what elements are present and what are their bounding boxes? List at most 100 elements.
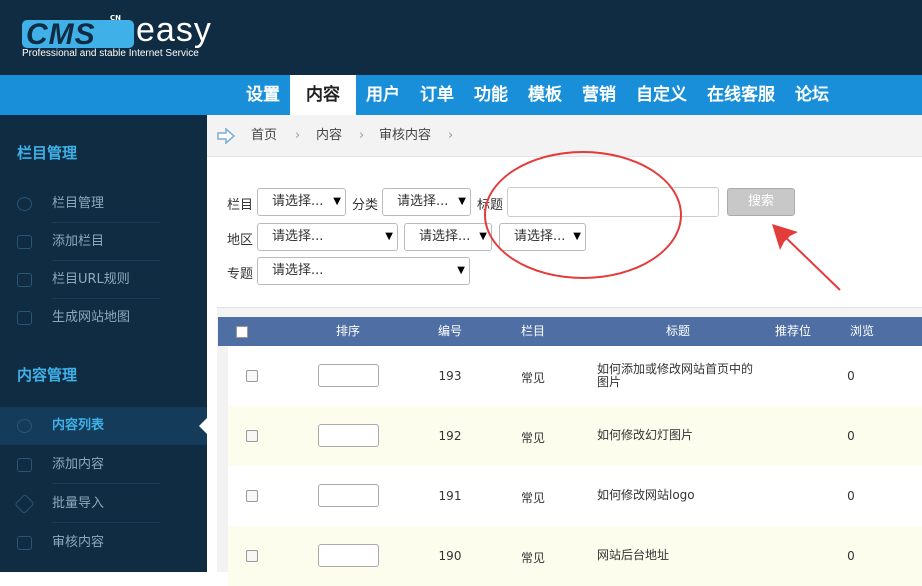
dropdown-arrow-icon: ▼	[457, 265, 465, 276]
column-select-value: 请选择...	[272, 194, 324, 209]
category-filter-label: 分类	[352, 198, 379, 213]
row-checkbox[interactable]	[246, 430, 258, 442]
sidebar-item-column-url-rules[interactable]: 栏目URL规则	[0, 261, 207, 299]
sidebar-item-label: 生成网站地图	[52, 310, 131, 325]
highlight-circle-annotation	[484, 151, 682, 279]
home-arrow-icon	[217, 128, 235, 144]
keyboard-icon	[17, 458, 32, 472]
row-checkbox[interactable]	[246, 550, 258, 562]
table-row: 192 常见 如何修改幻灯图片 0	[228, 406, 922, 466]
nav-settings[interactable]: 设置	[236, 75, 290, 115]
sidebar-item-review-content[interactable]: 审核内容	[0, 524, 207, 562]
column-filter-label: 栏目	[227, 198, 254, 213]
sort-order-input[interactable]	[318, 424, 379, 447]
category-select[interactable]: 请选择... ▼	[382, 188, 471, 216]
header-views[interactable]: 浏览	[839, 317, 885, 346]
sidebar-item-column-manage[interactable]: 栏目管理	[0, 185, 207, 223]
select-all-checkbox[interactable]	[236, 326, 248, 338]
nav-marketing[interactable]: 营销	[572, 75, 626, 115]
nav-users[interactable]: 用户	[356, 75, 410, 115]
sidebar-item-label: 栏目管理	[52, 196, 105, 211]
sidebar-item-label: 添加栏目	[52, 234, 105, 249]
row-checkbox[interactable]	[246, 490, 258, 502]
row-id: 191	[438, 489, 462, 503]
sidebar-item-label: 审核内容	[52, 535, 105, 550]
table-header: 排序 编号 栏目 标题 推荐位 浏览	[218, 317, 922, 346]
topic-filter-label: 专题	[227, 267, 254, 282]
column-select[interactable]: 请选择... ▼	[257, 188, 346, 216]
dropdown-arrow-icon: ▼	[458, 196, 466, 207]
chevron-right-icon: ›	[295, 128, 301, 143]
header-id[interactable]: 编号	[428, 317, 472, 346]
row-column: 常见	[520, 371, 545, 385]
region-select-1[interactable]: 请选择... ▼	[257, 223, 398, 251]
sort-order-input[interactable]	[318, 544, 379, 567]
sidebar-item-batch-import[interactable]: 批量导入	[0, 485, 207, 523]
nav-functions[interactable]: 功能	[464, 75, 518, 115]
nav-orders[interactable]: 订单	[410, 75, 464, 115]
topic-select[interactable]: 请选择... ▼	[257, 257, 470, 285]
nav-custom[interactable]: 自定义	[626, 75, 697, 115]
row-title[interactable]: 网站后台地址	[597, 549, 757, 562]
sidebar-item-label: 栏目URL规则	[52, 272, 130, 287]
sidebar-divider	[52, 522, 160, 523]
chevron-right-icon: ›	[359, 128, 365, 143]
cmseasy-logo[interactable]: CN CMS easy Professional and stable Inte…	[22, 11, 232, 62]
sort-order-input[interactable]	[318, 364, 379, 387]
row-checkbox[interactable]	[246, 370, 258, 382]
red-arrow-annotation	[772, 224, 841, 291]
region-filter-label: 地区	[227, 233, 254, 248]
row-column: 常见	[520, 551, 545, 565]
main-nav: 设置 内容 用户 订单 功能 模板 营销 自定义 在线客服 论坛	[236, 75, 839, 115]
sidebar-item-sitemap[interactable]: 生成网站地图	[0, 299, 207, 337]
sidebar-item-label: 添加内容	[52, 457, 105, 472]
row-column: 常见	[520, 431, 545, 445]
main-nav-bar: 设置 内容 用户 订单 功能 模板 营销 自定义 在线客服 论坛	[0, 75, 922, 115]
sidebar-item-label: 内容列表	[52, 418, 105, 433]
row-column: 常见	[520, 491, 545, 505]
row-id: 192	[438, 429, 462, 443]
topic-select-value: 请选择...	[272, 263, 324, 278]
check-circle-icon	[17, 419, 32, 433]
sidebar-item-add-column[interactable]: 添加栏目	[0, 223, 207, 261]
sidebar-section-column-title: 栏目管理	[17, 144, 78, 162]
dropdown-arrow-icon: ▼	[385, 231, 393, 242]
tag-icon	[14, 493, 35, 515]
sidebar-item-add-content[interactable]: 添加内容	[0, 446, 207, 484]
sitemap-icon	[17, 311, 32, 325]
category-select-value: 请选择...	[397, 194, 449, 209]
nav-forum[interactable]: 论坛	[785, 75, 839, 115]
header-column[interactable]: 栏目	[508, 317, 558, 346]
sidebar: 栏目管理 栏目管理 添加栏目 栏目URL规则 生成网站地图 内容管理 内容列表 …	[0, 115, 207, 572]
sidebar-divider	[52, 483, 160, 484]
row-id: 190	[438, 549, 462, 563]
image-icon	[17, 235, 32, 249]
nav-templates[interactable]: 模板	[518, 75, 572, 115]
nav-content[interactable]: 内容	[290, 75, 356, 115]
breadcrumb: 首页 › 内容 › 审核内容 ›	[207, 115, 922, 157]
nav-online-service[interactable]: 在线客服	[697, 75, 785, 115]
row-views: 0	[847, 489, 855, 503]
header-recommend[interactable]: 推荐位	[763, 317, 823, 346]
row-title[interactable]: 如何修改幻灯图片	[597, 429, 757, 442]
breadcrumb-review[interactable]: 审核内容	[379, 115, 431, 157]
header-title[interactable]: 标题	[638, 317, 718, 346]
logo-cms-box: CMS	[22, 18, 134, 51]
region-select-value: 请选择...	[272, 229, 324, 244]
search-button[interactable]: 搜索	[727, 188, 795, 216]
table-row: 191 常见 如何修改网站logo 0	[228, 466, 922, 526]
row-title[interactable]: 如何修改网站logo	[597, 489, 757, 502]
breadcrumb-content[interactable]: 内容	[316, 115, 342, 157]
sidebar-item-label: 批量导入	[52, 496, 105, 511]
folder-icon	[17, 273, 32, 287]
sidebar-item-content-list[interactable]: 内容列表	[0, 407, 207, 445]
row-id: 193	[438, 369, 462, 383]
monitor-icon	[17, 536, 32, 550]
region-select-2[interactable]: 请选择... ▼	[404, 223, 492, 251]
row-title[interactable]: 如何添加或修改网站首页中的图片	[597, 363, 757, 389]
header-sort[interactable]: 排序	[318, 317, 378, 346]
logo-slogan: Professional and stable Internet Service	[22, 48, 199, 59]
dropdown-arrow-icon: ▼	[333, 196, 341, 207]
breadcrumb-home[interactable]: 首页	[251, 115, 277, 157]
sort-order-input[interactable]	[318, 484, 379, 507]
